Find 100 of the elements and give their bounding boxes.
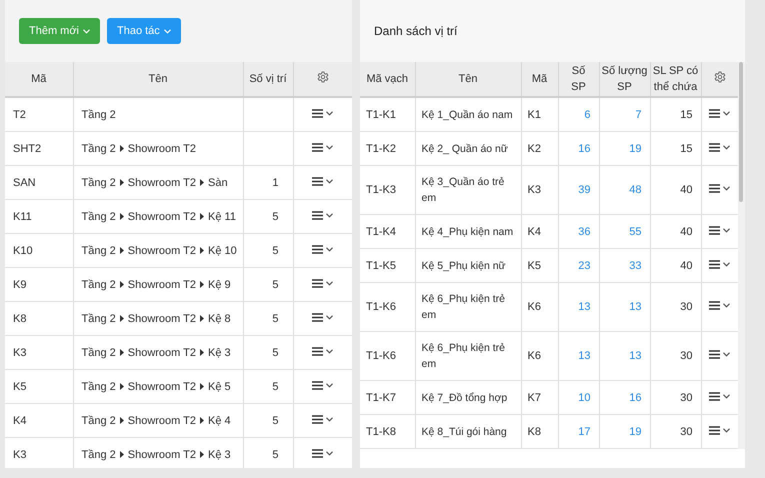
quantity-link[interactable]: 33 [629, 260, 642, 272]
path-label: Kệ 3 [208, 448, 231, 462]
code-text: K3 [13, 346, 26, 358]
barcode-text: T1-K5 [366, 260, 396, 272]
row-menu-button[interactable] [310, 242, 336, 256]
path-label: Tầng 2 [82, 142, 116, 156]
code-text: K4 [13, 414, 26, 426]
menu-icon [312, 278, 324, 288]
caret-down-icon [723, 352, 730, 357]
product-count-link[interactable]: 23 [578, 260, 590, 272]
menu-icon [709, 392, 720, 400]
column-header: Mã [5, 62, 73, 97]
caret-down-icon [723, 228, 730, 232]
quantity-link[interactable]: 55 [629, 226, 642, 238]
quantity-link[interactable]: 48 [629, 184, 642, 196]
row-menu-button[interactable] [310, 174, 336, 188]
path-label: Showroom T2 [128, 142, 196, 156]
quantity-link[interactable]: 7 [635, 108, 642, 120]
capacity-text: 15 [680, 142, 692, 154]
capacity-text: 40 [680, 184, 692, 196]
row-menu-button[interactable] [707, 424, 732, 436]
column-header: Mã [521, 62, 558, 97]
caret-right-icon [120, 417, 124, 424]
product-count-link[interactable]: 6 [584, 108, 590, 120]
code-text: K5 [528, 260, 541, 272]
code-text: K3 [13, 448, 26, 460]
settings-icon[interactable] [714, 70, 726, 82]
code-text: K3 [528, 184, 541, 196]
code-text: K8 [528, 426, 541, 438]
barcode-text: T1-K6 [366, 301, 396, 313]
location-count: 5 [272, 448, 278, 460]
path-label: Kệ 5 [208, 380, 231, 394]
location-count: 5 [272, 380, 278, 392]
caret-down-icon [723, 110, 730, 116]
quantity-link[interactable]: 19 [629, 426, 642, 438]
caret-down-icon [723, 262, 730, 266]
path-label: Showroom T2 [128, 210, 196, 224]
row-menu-button[interactable] [310, 446, 336, 460]
product-count-link[interactable]: 36 [578, 226, 590, 238]
row-menu-button[interactable] [707, 182, 732, 195]
caret-right-icon [120, 213, 124, 220]
add-new-button[interactable]: Thêm mới [19, 18, 100, 44]
quantity-link[interactable]: 19 [629, 142, 642, 154]
row-menu-button[interactable] [707, 299, 732, 312]
row-menu-button[interactable] [310, 378, 336, 392]
actions-button[interactable]: Thao tác [107, 18, 181, 44]
path-label: Tầng 2 [82, 346, 116, 360]
barcode-text: T1-K3 [366, 184, 396, 196]
row-menu-button[interactable] [707, 140, 732, 154]
product-count-link[interactable]: 13 [578, 301, 590, 313]
menu-icon [312, 244, 324, 254]
capacity-text: 30 [680, 426, 692, 438]
row-menu-button[interactable] [707, 348, 732, 361]
row-menu-button[interactable] [310, 276, 336, 290]
location-count: 5 [272, 244, 278, 256]
path-label: Kệ 11 [208, 210, 236, 224]
caret-right-icon [120, 145, 124, 152]
menu-icon [709, 350, 720, 359]
menu-icon [709, 108, 720, 118]
row-menu-button[interactable] [707, 258, 732, 270]
column-header: Số lượng SP [599, 62, 650, 97]
path-label: Showroom T2 [128, 448, 196, 462]
menu-icon [312, 312, 324, 322]
scrollbar[interactable] [738, 62, 745, 449]
caret-down-icon [326, 280, 334, 286]
quantity-link[interactable]: 16 [629, 392, 642, 404]
row-menu-button[interactable] [310, 106, 336, 120]
settings-icon[interactable] [316, 70, 329, 82]
path-label: Tầng 2 [82, 380, 116, 394]
quantity-link[interactable]: 13 [629, 350, 642, 362]
row-menu-button[interactable] [707, 224, 732, 236]
row-menu-button[interactable] [707, 106, 732, 120]
product-count-link[interactable]: 39 [578, 184, 590, 196]
row-menu-button[interactable] [707, 390, 732, 402]
caret-right-icon [120, 451, 124, 458]
path-label: Kệ 10 [208, 244, 237, 258]
row-menu-button[interactable] [310, 140, 336, 154]
caret-down-icon [723, 394, 730, 398]
code-text: K11 [13, 210, 32, 222]
row-menu-button[interactable] [310, 310, 336, 324]
row-menu-button[interactable] [310, 344, 336, 358]
caret-right-icon [120, 383, 124, 390]
product-count-link[interactable]: 17 [578, 426, 590, 438]
menu-icon [709, 142, 720, 152]
column-header: Số vị trí [243, 62, 293, 97]
path-label: Tầng 2 [82, 210, 116, 224]
menu-icon [312, 210, 324, 220]
quantity-link[interactable]: 13 [629, 301, 642, 313]
menu-icon [312, 108, 324, 118]
row-menu-button[interactable] [310, 412, 336, 426]
caret-right-icon [200, 179, 204, 186]
caret-right-icon [120, 179, 124, 186]
caret-right-icon [200, 417, 204, 424]
location-count: 1 [272, 176, 278, 188]
product-count-link[interactable]: 13 [578, 350, 590, 362]
row-menu-button[interactable] [310, 208, 336, 222]
product-count-link[interactable]: 10 [578, 392, 590, 404]
path-label: Sàn [208, 176, 228, 190]
product-count-link[interactable]: 16 [578, 142, 590, 154]
code-text: K4 [528, 226, 541, 238]
